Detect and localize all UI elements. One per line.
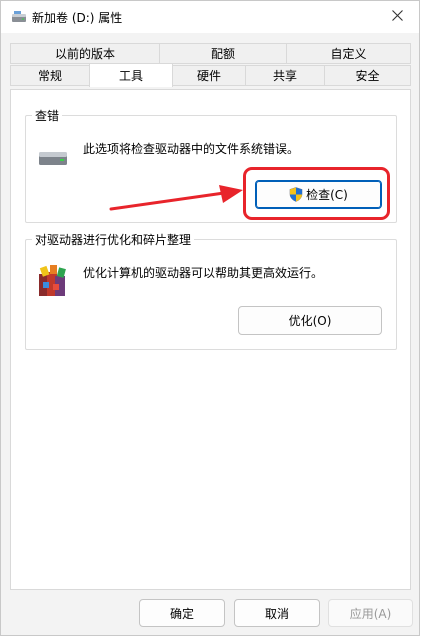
tab-general[interactable]: 常规 [10,65,90,86]
optimize-title: 对驱动器进行优化和碎片整理 [32,231,195,248]
close-button[interactable] [375,1,419,33]
window-title: 新加卷 (D:) 属性 [32,11,123,25]
optimize-description: 优化计算机的驱动器可以帮助其更高效运行。 [83,266,324,280]
tab-customize[interactable]: 自定义 [286,43,411,64]
apply-button[interactable]: 应用(A) [328,599,413,627]
title-bar[interactable]: 新加卷 (D:) 属性 [1,1,419,33]
hard-drive-icon [38,150,68,169]
tab-security[interactable]: 安全 [324,65,411,86]
annotation-arrow-icon [109,185,245,216]
cancel-button[interactable]: 取消 [234,599,320,627]
defrag-icon [36,264,68,301]
annotation-highlight-box [243,167,390,220]
optimize-button[interactable]: 优化(O) [238,306,382,335]
drive-icon [11,10,27,24]
tab-hardware[interactable]: 硬件 [172,65,246,86]
tab-previous-versions[interactable]: 以前的版本 [10,43,160,64]
optimize-group: 对驱动器进行优化和碎片整理 优化计算机的驱动器可以帮助其更高效运行。 优化(O) [25,231,397,350]
tab-sharing[interactable]: 共享 [245,65,325,86]
properties-window: 新加卷 (D:) 属性 以前的版本 配额 自定义 常规 工具 硬件 共享 安全 [0,0,420,636]
close-icon [391,10,403,24]
error-checking-title: 查错 [32,107,63,124]
error-checking-description: 此选项将检查驱动器中的文件系统错误。 [83,142,300,156]
tools-tab-panel: 查错 此选项将检查驱动器中的文件系统错误。 检查(C) 对驱动器进行优化和碎片整… [10,89,411,590]
ok-button[interactable]: 确定 [139,599,225,627]
tab-tools[interactable]: 工具 [89,63,173,87]
tab-quota[interactable]: 配额 [159,43,287,64]
optimize-button-label: 优化(O) [288,314,332,328]
